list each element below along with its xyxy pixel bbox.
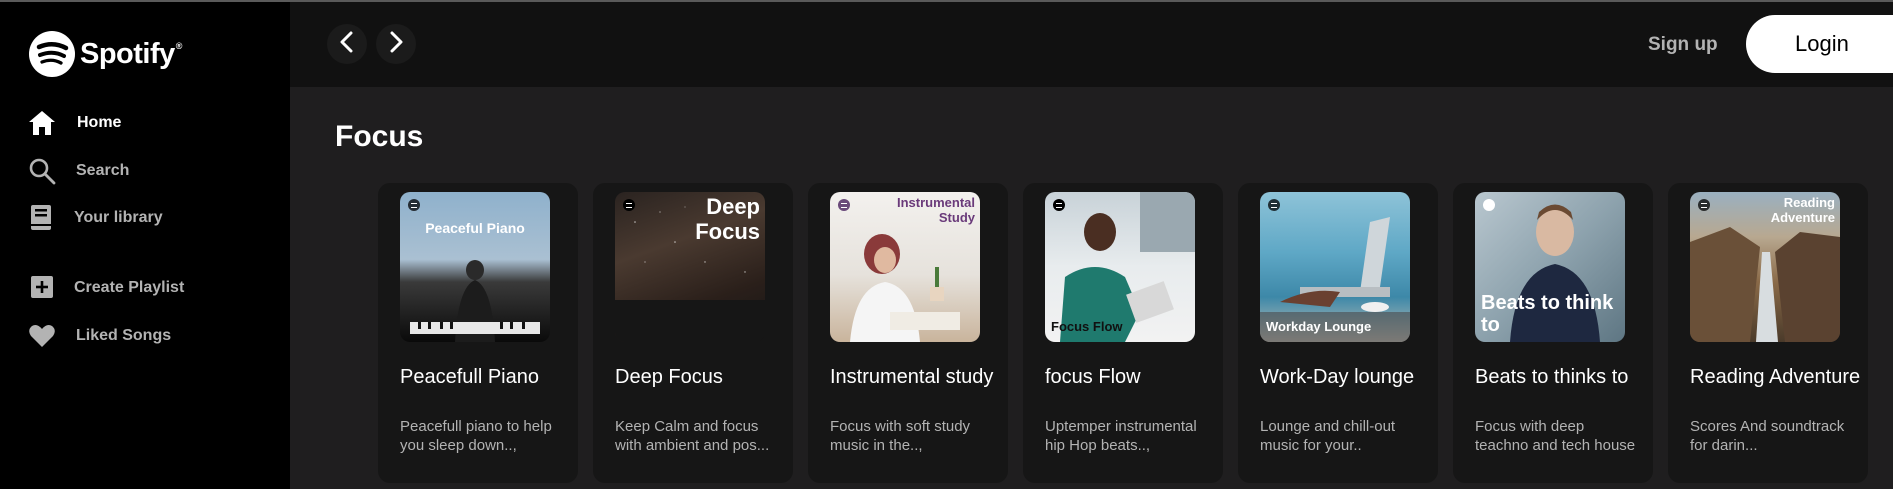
plus-square-icon	[28, 274, 56, 302]
sidebar-item-label: Home	[77, 114, 122, 131]
app-name: Spotify®	[80, 37, 182, 70]
section-title: Focus	[335, 120, 424, 153]
chevron-left-icon	[339, 31, 355, 58]
signup-button[interactable]: Sign up	[1648, 34, 1718, 56]
card-description: Focus with deep teachno and tech house	[1475, 418, 1636, 454]
top-bar: Sign up Login	[290, 2, 1893, 87]
playlist-card[interactable]: Focus Flow focus Flow Uptemper instrumen…	[1023, 183, 1223, 483]
sidebar-item-library[interactable]: Your library	[28, 204, 163, 232]
card-title: Work-Day lounge	[1260, 366, 1415, 388]
cover-text: Instrumental Study	[896, 195, 975, 225]
sidebar-item-create-playlist[interactable]: Create Playlist	[28, 274, 184, 302]
card-description: Lounge and chill-out music for your..	[1260, 418, 1396, 454]
card-title: Beats to thinks to	[1475, 366, 1629, 388]
card-description: Uptemper instrumental hip Hop beats..,	[1045, 418, 1197, 454]
card-description: Scores And soundtrack for darin...	[1690, 418, 1845, 454]
card-description: Focus with soft study music in the..,	[830, 418, 971, 454]
cover-text: Workday Lounge	[1266, 319, 1372, 334]
playlist-cover: Beats to think to	[1475, 192, 1625, 342]
playlist-card[interactable]: Peaceful Piano Peacefull Piano Peacefull…	[378, 183, 578, 483]
playlist-cover: Reading Adventure	[1690, 192, 1840, 342]
playlist-cover: Instrumental Study	[830, 192, 980, 342]
main-content: Sign up Login Focus Peaceful Piano Peace…	[290, 2, 1893, 489]
playlist-cover: Focus Flow	[1045, 192, 1195, 342]
playlist-card[interactable]: Beats to think to Beats to thinks to Foc…	[1453, 183, 1653, 483]
forward-button[interactable]	[376, 24, 416, 64]
search-icon	[28, 157, 56, 185]
playlist-card[interactable]: Reading Adventure Reading Adventure Scor…	[1668, 183, 1868, 483]
cover-text: Focus Flow	[1051, 319, 1123, 334]
card-title: Reading Adventure	[1690, 366, 1861, 388]
playlist-card[interactable]: Workday Lounge Work-Day lounge Lounge an…	[1238, 183, 1438, 483]
playlist-cover: Workday Lounge	[1260, 192, 1410, 342]
cover-text: Peaceful Piano	[425, 220, 525, 236]
playlist-cover: Deep Focus	[615, 192, 765, 342]
card-description: Peacefull piano to help you sleep down..…	[400, 418, 552, 454]
sidebar-item-search[interactable]: Search	[28, 157, 129, 185]
spotify-logo-icon	[29, 31, 75, 77]
sidebar-item-label: Your library	[74, 209, 163, 226]
cover-text: Reading Adventure	[1770, 195, 1835, 225]
playlist-cover: Peaceful Piano	[400, 192, 550, 342]
card-title: Instrumental study	[830, 366, 994, 388]
card-title: Peacefull Piano	[400, 366, 539, 388]
card-title: focus Flow	[1045, 366, 1141, 388]
sidebar-item-label: Search	[76, 162, 130, 179]
card-title: Deep Focus	[615, 366, 723, 388]
library-icon	[28, 204, 56, 232]
spotify-logo[interactable]: Spotify®	[29, 31, 182, 77]
back-button[interactable]	[327, 24, 367, 64]
card-description: Keep Calm and focus with ambient and pos…	[615, 418, 770, 454]
cover-text: Beats to think to	[1481, 292, 1614, 336]
home-icon	[28, 109, 56, 137]
sidebar: Spotify® Home Search Your library Create…	[0, 2, 290, 489]
chevron-right-icon	[388, 31, 404, 58]
cover-text: Deep Focus	[695, 194, 760, 244]
sidebar-item-liked-songs[interactable]: Liked Songs	[28, 322, 171, 350]
heart-icon	[28, 322, 56, 350]
login-button[interactable]: Login	[1746, 15, 1893, 73]
playlist-card[interactable]: Instrumental Study Instrumental study Fo…	[808, 183, 1008, 483]
playlist-card[interactable]: Deep Focus Deep Focus Keep Calm and focu…	[593, 183, 793, 483]
sidebar-item-home[interactable]: Home	[28, 109, 121, 137]
sidebar-item-label: Create Playlist	[74, 279, 185, 296]
sidebar-item-label: Liked Songs	[76, 327, 172, 344]
